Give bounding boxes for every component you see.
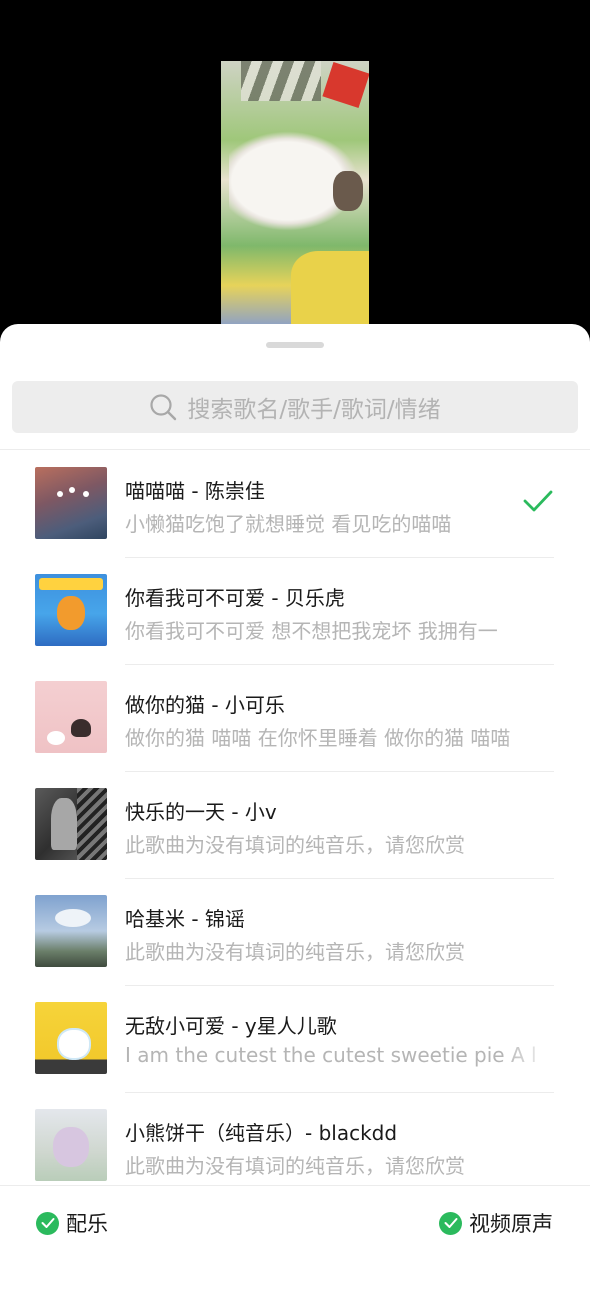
song-row[interactable]: 做你的猫 - 小可乐 做你的猫 喵喵 在你怀里睡着 做你的猫 喵喵 <box>0 665 590 772</box>
video-preview <box>221 61 369 325</box>
song-lyric: 此歌曲为没有填词的纯音乐，请您欣赏 <box>125 1154 465 1178</box>
song-title: 哈基米 - 锦谣 <box>125 907 245 931</box>
album-cover <box>35 574 107 646</box>
song-title: 小熊饼干（纯音乐）- blackdd <box>125 1121 398 1145</box>
original-sound-toggle[interactable]: 视频原声 <box>439 1208 553 1238</box>
search-placeholder: 搜索歌名/歌手/歌词/情绪 <box>187 397 441 423</box>
song-row[interactable]: 无敌小可爱 - y星人儿歌 I am the cutest the cutest… <box>0 986 590 1093</box>
album-cover <box>35 681 107 753</box>
music-picker-sheet: 搜索歌名/歌手/歌词/情绪 喵喵喵 - 陈崇佳 小懒猫吃饱了就想睡觉 看见吃的喵… <box>0 324 590 1300</box>
song-title: 喵喵喵 - 陈崇佳 <box>125 479 265 503</box>
check-icon <box>523 490 553 512</box>
song-row[interactable]: 喵喵喵 - 陈崇佳 小懒猫吃饱了就想睡觉 看见吃的喵喵 <box>0 451 590 558</box>
bottom-bar: 配乐 视频原声 <box>0 1185 590 1300</box>
music-toggle[interactable]: 配乐 <box>36 1208 108 1238</box>
original-sound-label: 视频原声 <box>469 1212 553 1236</box>
song-lyric: 小懒猫吃饱了就想睡觉 看见吃的喵喵 <box>125 512 452 536</box>
divider <box>0 449 590 450</box>
song-lyric: 你看我可不可爱 想不想把我宠坏 我拥有一 <box>125 619 498 643</box>
album-cover <box>35 1002 107 1074</box>
song-title: 快乐的一天 - 小v <box>125 800 277 824</box>
album-cover <box>35 788 107 860</box>
search-icon <box>150 394 177 421</box>
song-title: 你看我可不可爱 - 贝乐虎 <box>125 586 345 610</box>
song-lyric: 此歌曲为没有填词的纯音乐，请您欣赏 <box>125 940 465 964</box>
song-list: 喵喵喵 - 陈崇佳 小懒猫吃饱了就想睡觉 看见吃的喵喵 你看我可不可爱 - 贝乐… <box>0 451 590 1200</box>
song-row[interactable]: 哈基米 - 锦谣 此歌曲为没有填词的纯音乐，请您欣赏 <box>0 879 590 986</box>
drag-handle[interactable] <box>266 342 324 348</box>
checked-circle-icon <box>439 1211 462 1235</box>
album-cover <box>35 1109 107 1181</box>
music-label: 配乐 <box>66 1212 108 1236</box>
album-cover <box>35 467 107 539</box>
song-title: 做你的猫 - 小可乐 <box>125 693 285 717</box>
song-row[interactable]: 小熊饼干（纯音乐）- blackdd 此歌曲为没有填词的纯音乐，请您欣赏 <box>0 1093 590 1200</box>
song-lyric: 此歌曲为没有填词的纯音乐，请您欣赏 <box>125 833 465 857</box>
song-lyric: I am the cutest the cutest sweetie pie A… <box>125 1043 537 1067</box>
album-cover <box>35 895 107 967</box>
song-row[interactable]: 你看我可不可爱 - 贝乐虎 你看我可不可爱 想不想把我宠坏 我拥有一 <box>0 558 590 665</box>
checked-circle-icon <box>36 1211 59 1235</box>
song-lyric: 做你的猫 喵喵 在你怀里睡着 做你的猫 喵喵 <box>125 726 511 750</box>
search-input[interactable]: 搜索歌名/歌手/歌词/情绪 <box>12 381 578 433</box>
song-title: 无敌小可爱 - y星人儿歌 <box>125 1014 337 1038</box>
song-row[interactable]: 快乐的一天 - 小v 此歌曲为没有填词的纯音乐，请您欣赏 <box>0 772 590 879</box>
